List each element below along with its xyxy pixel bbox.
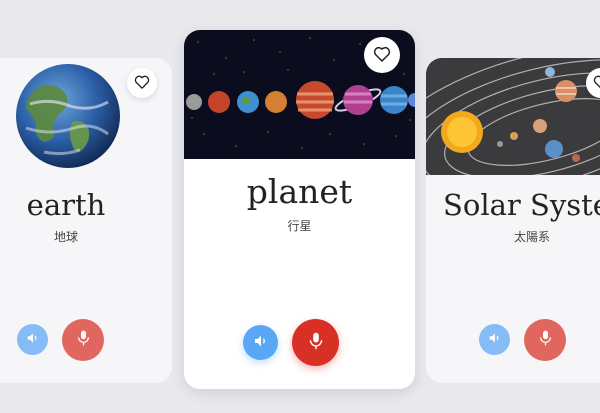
play-audio-button[interactable] (243, 325, 278, 360)
microphone-icon (539, 330, 552, 350)
microphone-icon (77, 330, 90, 350)
favorite-button[interactable] (364, 37, 400, 73)
play-audio-button[interactable] (17, 324, 48, 355)
word-card-earth[interactable]: earth 地球 (0, 58, 172, 383)
solar-system-image (426, 58, 600, 175)
card-word: planet (246, 172, 353, 211)
card-translation: 地球 (53, 230, 78, 244)
favorite-button[interactable] (127, 68, 157, 98)
speaker-icon (253, 333, 269, 353)
play-audio-button[interactable] (479, 324, 510, 355)
card-word: earth (26, 188, 106, 222)
card-word: Solar System (443, 188, 600, 222)
heart-icon (593, 74, 600, 93)
microphone-icon (309, 332, 323, 354)
card-translation: 太陽系 (513, 230, 550, 244)
speaker-icon (26, 330, 40, 349)
speaker-icon (488, 330, 502, 349)
word-card-planet[interactable]: planet 行星 (184, 30, 415, 389)
heart-icon (134, 74, 150, 93)
card-translation: 行星 (287, 219, 312, 233)
record-button[interactable] (62, 319, 104, 361)
heart-icon (373, 45, 391, 66)
record-button[interactable] (524, 319, 566, 361)
flashcard-carousel: earth 地球 planet 行星 Solar Syst 太陽系 (0, 0, 600, 413)
record-button[interactable] (292, 319, 339, 366)
word-card-solar-system[interactable]: Solar System 太陽系 (426, 58, 600, 383)
